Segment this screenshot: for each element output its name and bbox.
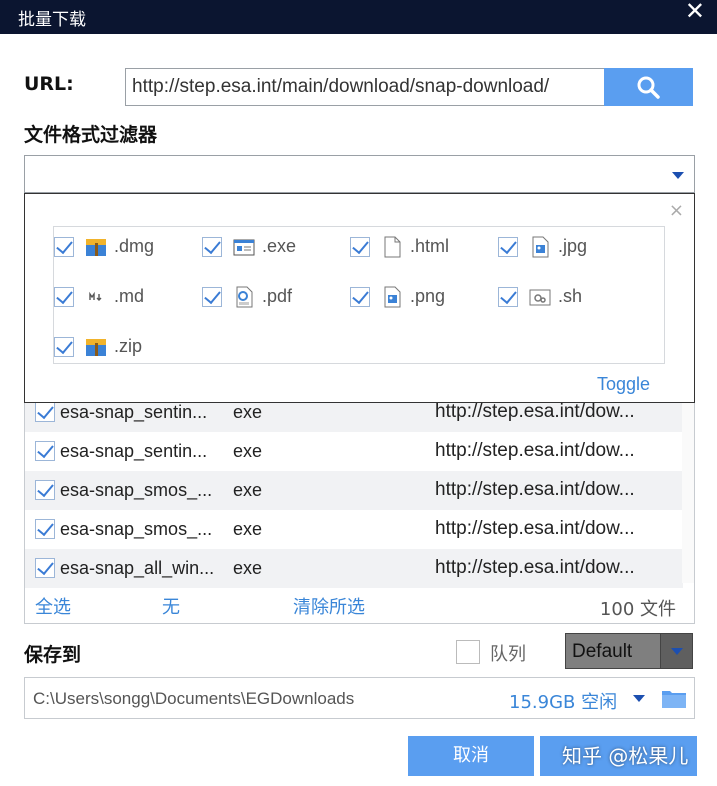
selection-bar: 全选 无 清除所选 100 文件 <box>25 591 696 621</box>
script-file-icon <box>529 289 551 306</box>
checkbox[interactable] <box>54 337 74 357</box>
checkbox[interactable] <box>35 519 55 539</box>
checkbox[interactable] <box>35 441 55 461</box>
file-type-grid: .dmg .exe .html .jpg .md .pdf .png .sh .… <box>53 226 665 364</box>
save-path-field[interactable]: C:\Users\songg\Documents\EGDownloads 15.… <box>24 677 695 719</box>
archive-icon <box>86 239 106 256</box>
save-to-label: 保存到 <box>24 644 82 666</box>
checkbox[interactable] <box>35 558 55 578</box>
select-none-link[interactable]: 无 <box>162 593 180 619</box>
queue-checkbox[interactable] <box>456 640 480 664</box>
checkbox[interactable] <box>202 237 222 257</box>
file-count: 100 文件 <box>599 599 676 620</box>
checkbox[interactable] <box>498 287 518 307</box>
checkbox[interactable] <box>54 287 74 307</box>
close-icon[interactable]: ✕ <box>685 0 705 25</box>
window-app-icon <box>233 239 255 256</box>
table-row[interactable]: esa-snap_smos_... exe http://step.esa.in… <box>25 471 683 510</box>
blank-file-icon <box>384 236 401 258</box>
category-value: Default <box>572 641 633 662</box>
title-bar: 批量下载 ✕ <box>0 0 717 34</box>
filter-popup: × .dmg .exe .html .jpg .md .pdf .png .sh… <box>24 193 695 403</box>
image-file-icon <box>384 286 401 308</box>
table-row[interactable]: esa-snap_all_win... exe http://step.esa.… <box>25 549 683 588</box>
folder-icon[interactable] <box>661 687 687 709</box>
scrollbar[interactable] <box>682 393 694 583</box>
checkbox[interactable] <box>54 237 74 257</box>
filter-label: 文件格式过滤器 <box>24 124 158 146</box>
file-list: esa-snap_sentin... exe http://step.esa.i… <box>24 392 695 624</box>
url-input[interactable]: http://step.esa.int/main/download/snap-d… <box>125 68 605 106</box>
checkbox[interactable] <box>35 402 55 422</box>
cancel-button[interactable]: 取消 <box>408 736 534 776</box>
markdown-file-icon <box>87 291 105 303</box>
free-space: 15.9GB 空闲 <box>509 692 618 713</box>
table-row[interactable]: esa-snap_sentin... exe http://step.esa.i… <box>25 432 683 471</box>
queue-label: 队列 <box>490 644 526 665</box>
filter-dropdown[interactable] <box>24 155 695 193</box>
chevron-down-icon[interactable] <box>672 172 684 179</box>
window-title: 批量下载 <box>18 10 86 30</box>
clear-selected-link[interactable]: 清除所选 <box>293 593 365 619</box>
image-file-icon <box>532 236 549 258</box>
close-icon[interactable]: × <box>669 200 684 221</box>
chevron-down-icon[interactable] <box>633 695 645 702</box>
watermark: 知乎 @松果儿 <box>562 744 689 768</box>
checkbox[interactable] <box>202 287 222 307</box>
chevron-down-icon[interactable] <box>660 634 692 668</box>
checkbox[interactable] <box>498 237 518 257</box>
toggle-link[interactable]: Toggle <box>597 374 650 395</box>
url-label: URL: <box>24 73 74 95</box>
table-row[interactable]: esa-snap_smos_... exe http://step.esa.in… <box>25 510 683 549</box>
archive-icon <box>86 339 106 356</box>
checkbox[interactable] <box>350 237 370 257</box>
pdf-file-icon <box>236 286 253 308</box>
save-path: C:\Users\songg\Documents\EGDownloads <box>33 689 355 708</box>
category-select[interactable]: Default <box>565 633 693 669</box>
checkbox[interactable] <box>350 287 370 307</box>
search-icon <box>637 76 660 99</box>
checkbox[interactable] <box>35 480 55 500</box>
search-button[interactable] <box>604 68 693 106</box>
select-all-link[interactable]: 全选 <box>35 593 71 619</box>
